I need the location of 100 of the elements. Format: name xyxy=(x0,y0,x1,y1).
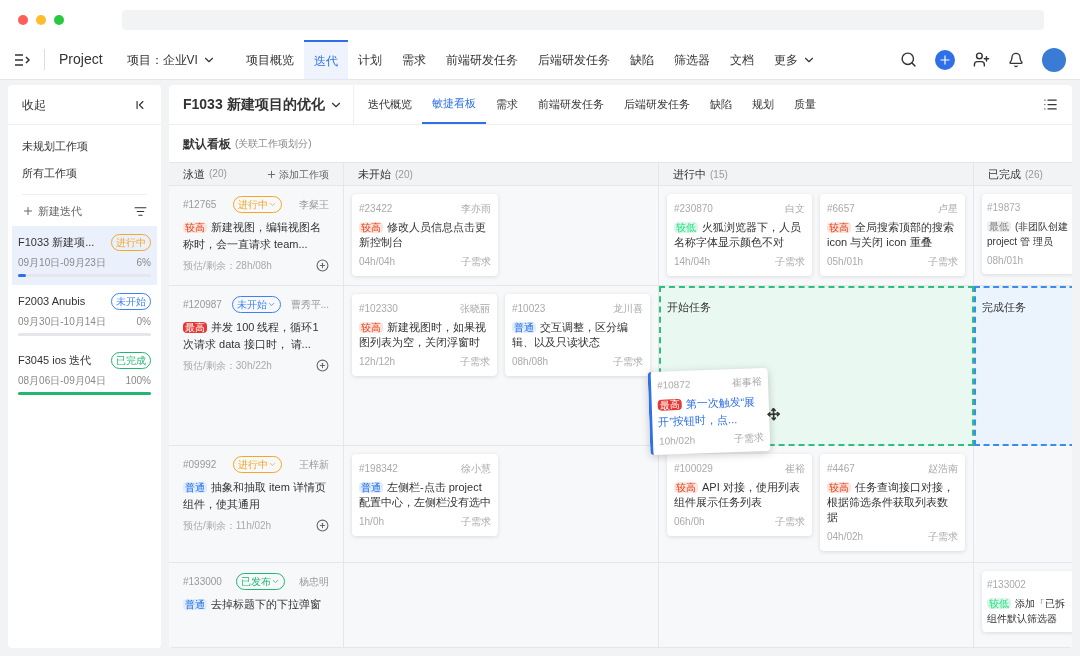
task-id: #102330 xyxy=(359,302,398,316)
time-estimate: 08h/01h xyxy=(987,254,1024,268)
add-icon[interactable] xyxy=(316,519,329,532)
dragged-task-card[interactable]: #10872 崔事裕 最高 第一次触发“展开”按钮时，点... 10h/02h 子需求 xyxy=(647,367,771,456)
task-card[interactable]: #19873 最低 (非团队创建 project 管 理员 08h/01h xyxy=(982,194,1072,274)
avatar[interactable] xyxy=(1042,47,1066,72)
assignee-name: 赵浩南 xyxy=(928,462,958,476)
sidebar-link[interactable]: 未规划工作项 xyxy=(22,133,147,160)
add-item-button[interactable]: 添加工作项 xyxy=(266,166,329,182)
column-count: (26) xyxy=(1025,167,1043,182)
iteration-dates: 08月06日-09月04日 xyxy=(18,373,106,388)
task-card[interactable]: #10023 龙川喜 普通 交互调整，区分编辑、以及只读状态 08h/08h 子需求 xyxy=(505,294,650,376)
caret-icon xyxy=(266,300,276,309)
task-title: 最高 第一次触发“展开”按钮时，点... xyxy=(657,394,757,430)
drop-zone-label: 完成任务 xyxy=(982,301,1026,313)
nav-tab[interactable]: 迭代 xyxy=(303,40,348,79)
task-id: #6657 xyxy=(827,202,855,216)
task-title: 普通 交互调整，区分编辑、以及只读状态 xyxy=(512,320,629,350)
task-id: #133002 xyxy=(987,578,1026,592)
nav-tab[interactable]: 迭代概览 xyxy=(357,85,422,124)
priority-tag: 较低 xyxy=(674,222,698,233)
bell-icon[interactable] xyxy=(1008,51,1024,68)
project-selector[interactable]: 项目：企业VI xyxy=(126,50,216,69)
story-id: #12765 xyxy=(183,198,217,212)
swimlane-card[interactable]: #133000 已发布 杨忠明 普通 去掉标题下的下拉弹窗 xyxy=(169,563,344,648)
priority-tag: 较高 xyxy=(359,222,383,233)
task-card[interactable]: #4467 赵浩南 较高 任务查询接口对接，根据筛选条件获取列表数据 04h/02h 子需求 xyxy=(820,454,965,551)
nav-tab[interactable]: 敏捷看板 xyxy=(421,85,486,124)
assignee-name: 杨忠明 xyxy=(299,575,329,589)
nav-tab[interactable]: 后端研发任务 xyxy=(527,40,620,79)
swimlane-card[interactable]: #120987 未开始 曹秀平... 最高 并发 100 线程，循环1次请求 data 接口时， 请... 预估/剩余：30h/22h xyxy=(169,286,344,446)
iteration-item[interactable]: F1033 新建项... 进行中 09月10日-09月23日 6% xyxy=(12,225,157,285)
task-card[interactable]: #6657 卢星 较高 全局搜索顶部的搜索 icon 与关闭 icon 重叠 05h/01h 子需求 xyxy=(820,194,965,276)
nav-tab[interactable]: 需求 xyxy=(485,85,528,124)
time-estimate: 04h/02h xyxy=(827,530,864,544)
filter-icon[interactable] xyxy=(134,204,147,218)
iteration-name: F2003 Anubis xyxy=(18,293,86,309)
task-id: #23422 xyxy=(359,202,393,216)
sidebar-link[interactable]: 所有工作项 xyxy=(22,159,147,186)
add-icon[interactable] xyxy=(316,259,329,272)
drop-zone-label: 开始任务 xyxy=(667,301,711,313)
board-subtitle: (关联工作项划分) xyxy=(235,137,312,151)
priority-tag: 普通 xyxy=(359,482,383,493)
iteration-name: F3045 ios 迭代 xyxy=(18,352,92,368)
caret-icon xyxy=(268,200,278,209)
task-card[interactable]: #23422 李亦雨 较高 修改人员信息点击更新控制台 04h/04h 子需求 xyxy=(352,194,498,276)
task-id: #19873 xyxy=(987,201,1021,215)
nav-tab[interactable]: 后端研发任务 xyxy=(613,85,700,124)
new-iteration-button[interactable]: 新建迭代 xyxy=(22,203,82,220)
task-id: #198342 xyxy=(359,462,398,476)
nav-tab[interactable]: 筛选器 xyxy=(663,40,720,79)
nav-tab[interactable]: 需求 xyxy=(391,40,436,79)
time-estimate: 10h/02h xyxy=(658,433,696,449)
close-window-icon[interactable] xyxy=(18,15,28,25)
task-type: 子需求 xyxy=(733,431,765,447)
column-title: 未开始 xyxy=(358,166,391,182)
nav-tab[interactable]: 前端研发任务 xyxy=(527,85,614,124)
task-type: 子需求 xyxy=(461,515,491,529)
task-title: 较高 任务查询接口对接，根据筛选条件获取列表数据 xyxy=(827,480,955,525)
task-card[interactable]: #102330 张晓丽 较高 新建视图时，如果视图列表为空，关闭浮窗时 12h/12h 子需求 xyxy=(352,294,497,376)
iteration-item[interactable]: F3045 ios 迭代 已完成 08月06日-09月04日 100% xyxy=(12,343,157,403)
swimlane-card[interactable]: #12765 进行中 李粲王 较高 新建视图，编辑视图名称时，会一直请求 team... 预估/剩余：28h/08h xyxy=(169,186,344,286)
task-id: #230870 xyxy=(674,202,713,216)
plus-icon xyxy=(938,52,952,67)
swimlane-card[interactable]: #09992 进行中 王梓新 普通 抽象和抽取 item 详情页组件，使其通用 预估/剩余：11h/02h xyxy=(169,446,344,563)
column-count: (15) xyxy=(710,167,728,182)
nav-tab[interactable]: 计划 xyxy=(347,40,392,79)
iteration-item[interactable]: F2003 Anubis 未开始 09月30日-10月14日 0% xyxy=(12,284,157,344)
task-type: 子需求 xyxy=(928,255,958,269)
search-icon[interactable] xyxy=(900,51,917,68)
nav-tab[interactable]: 缺陷 xyxy=(619,40,664,79)
assignee-name: 卢星 xyxy=(938,202,958,216)
add-button[interactable] xyxy=(935,49,955,70)
nav-tab[interactable]: 项目概览 xyxy=(235,40,304,79)
task-id: #10023 xyxy=(512,302,546,316)
column-title: 已完成 xyxy=(988,166,1021,182)
assignee-name: 李粲王 xyxy=(299,198,329,212)
task-card[interactable]: #133002 较低 添加「已拆组件默认筛选器 xyxy=(982,571,1072,632)
task-card[interactable]: #100029 崔裕 较高 API 对接，使用列表组件展示任务列表 06h/0h 子需求 xyxy=(667,454,812,536)
nav-tab[interactable]: 规划 xyxy=(741,85,784,124)
task-title: 较高 新建视图时，如果视图列表为空，关闭浮窗时 xyxy=(359,320,487,350)
nav-tab[interactable]: 缺陷 xyxy=(699,85,742,124)
nav-tab[interactable]: 质量 xyxy=(783,85,826,124)
task-card[interactable]: #198342 徐小慧 普通 左侧栏-点击 project 配置中心，左侧栏没有选中 1h/0h 子需求 xyxy=(352,454,498,536)
task-title: 较高 API 对接，使用列表组件展示任务列表 xyxy=(674,480,801,510)
assignee-name: 徐小慧 xyxy=(461,462,491,476)
task-title: 较低 火狐浏览器下，人员名称字体显示颜色不对 xyxy=(674,220,802,250)
task-id: #100029 xyxy=(674,462,713,476)
add-user-icon[interactable] xyxy=(973,51,990,68)
task-title: 最低 (非团队创建 project 管 理员 xyxy=(987,220,1070,249)
priority-tag: 最高 xyxy=(183,322,207,333)
add-icon[interactable] xyxy=(316,359,329,372)
nav-tab[interactable]: 文档 xyxy=(719,40,764,79)
nav-tab[interactable]: 前端研发任务 xyxy=(435,40,528,79)
priority-tag: 较高 xyxy=(827,222,851,233)
more-menu[interactable]: 更多 xyxy=(763,40,826,79)
menu-icon[interactable] xyxy=(14,53,30,66)
priority-tag: 较高 xyxy=(359,322,383,333)
list-view-icon[interactable] xyxy=(1043,97,1058,112)
task-card[interactable]: #230870 白文 较低 火狐浏览器下，人员名称字体显示颜色不对 14h/04h 子需求 xyxy=(667,194,812,276)
